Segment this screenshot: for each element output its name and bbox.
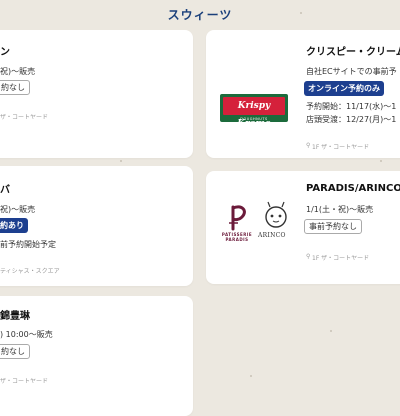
shop-name: クリスピー・クリーム: [306, 47, 400, 58]
sale-date: 1/1(土・祝)〜販売: [306, 205, 374, 214]
section-title: スウィーツ: [167, 8, 233, 22]
shop-name: PARADIS/ARINCO: [306, 183, 400, 194]
location-text: 1F ザ・コートヤード: [312, 255, 370, 262]
shop-name: バ: [0, 185, 10, 196]
reservation-info: 自社ECサイトでの事前予: [306, 67, 397, 76]
reservation-badge: オンライン予約のみ: [304, 81, 384, 96]
sale-date: 祝)〜販売: [0, 205, 36, 214]
location-text: ザ・コートヤード: [0, 378, 49, 385]
reservation-badge: 約なし: [0, 80, 30, 95]
reservation-start: 予約開始：11/17(水)〜1: [306, 102, 397, 111]
sale-date: 祝)〜販売: [0, 67, 36, 76]
shop-card[interactable]: Krispy Kreme DOUGHNUTS クリスピー・クリーム 自社ECサイ…: [206, 30, 400, 158]
shop-card[interactable]: PATISSERIE PARADIS ARINCO PARADIS/ARINCO…: [206, 171, 400, 284]
shop-card[interactable]: 錦豊琳 ) 10:00〜販売 約なし ザ・コートヤード: [0, 296, 193, 416]
location-pin-icon: ⚲: [306, 142, 311, 149]
reservation-badge: 約なし: [0, 344, 30, 359]
reservation-badge: 事前予約なし: [304, 219, 362, 234]
shop-name: ン: [0, 47, 10, 58]
pickup-date: 店頭受渡：12/27(月)〜1: [306, 115, 397, 124]
location-text: ザ・コートヤード: [0, 114, 49, 121]
krispy-kreme-logo: Krispy Kreme DOUGHNUTS: [220, 94, 288, 129]
shop-card[interactable]: ン 祝)〜販売 約なし ザ・コートヤード: [0, 30, 193, 158]
reservation-info: 前予約開始予定: [0, 240, 56, 249]
location-text: 1F ザ・コートヤード: [312, 144, 370, 151]
shop-name: 錦豊琳: [0, 311, 30, 322]
paradis-logo: PATISSERIE PARADIS: [220, 199, 254, 242]
location-text: ティシャス・スクエア: [0, 268, 60, 275]
arinco-logo: ARINCO: [258, 201, 292, 241]
sale-date: ) 10:00〜販売: [0, 330, 53, 339]
location-pin-icon: ⚲: [306, 253, 311, 260]
reservation-badge: 約あり: [0, 218, 28, 233]
shop-card[interactable]: バ 祝)〜販売 約あり 前予約開始予定 ティシャス・スクエア: [0, 166, 193, 286]
